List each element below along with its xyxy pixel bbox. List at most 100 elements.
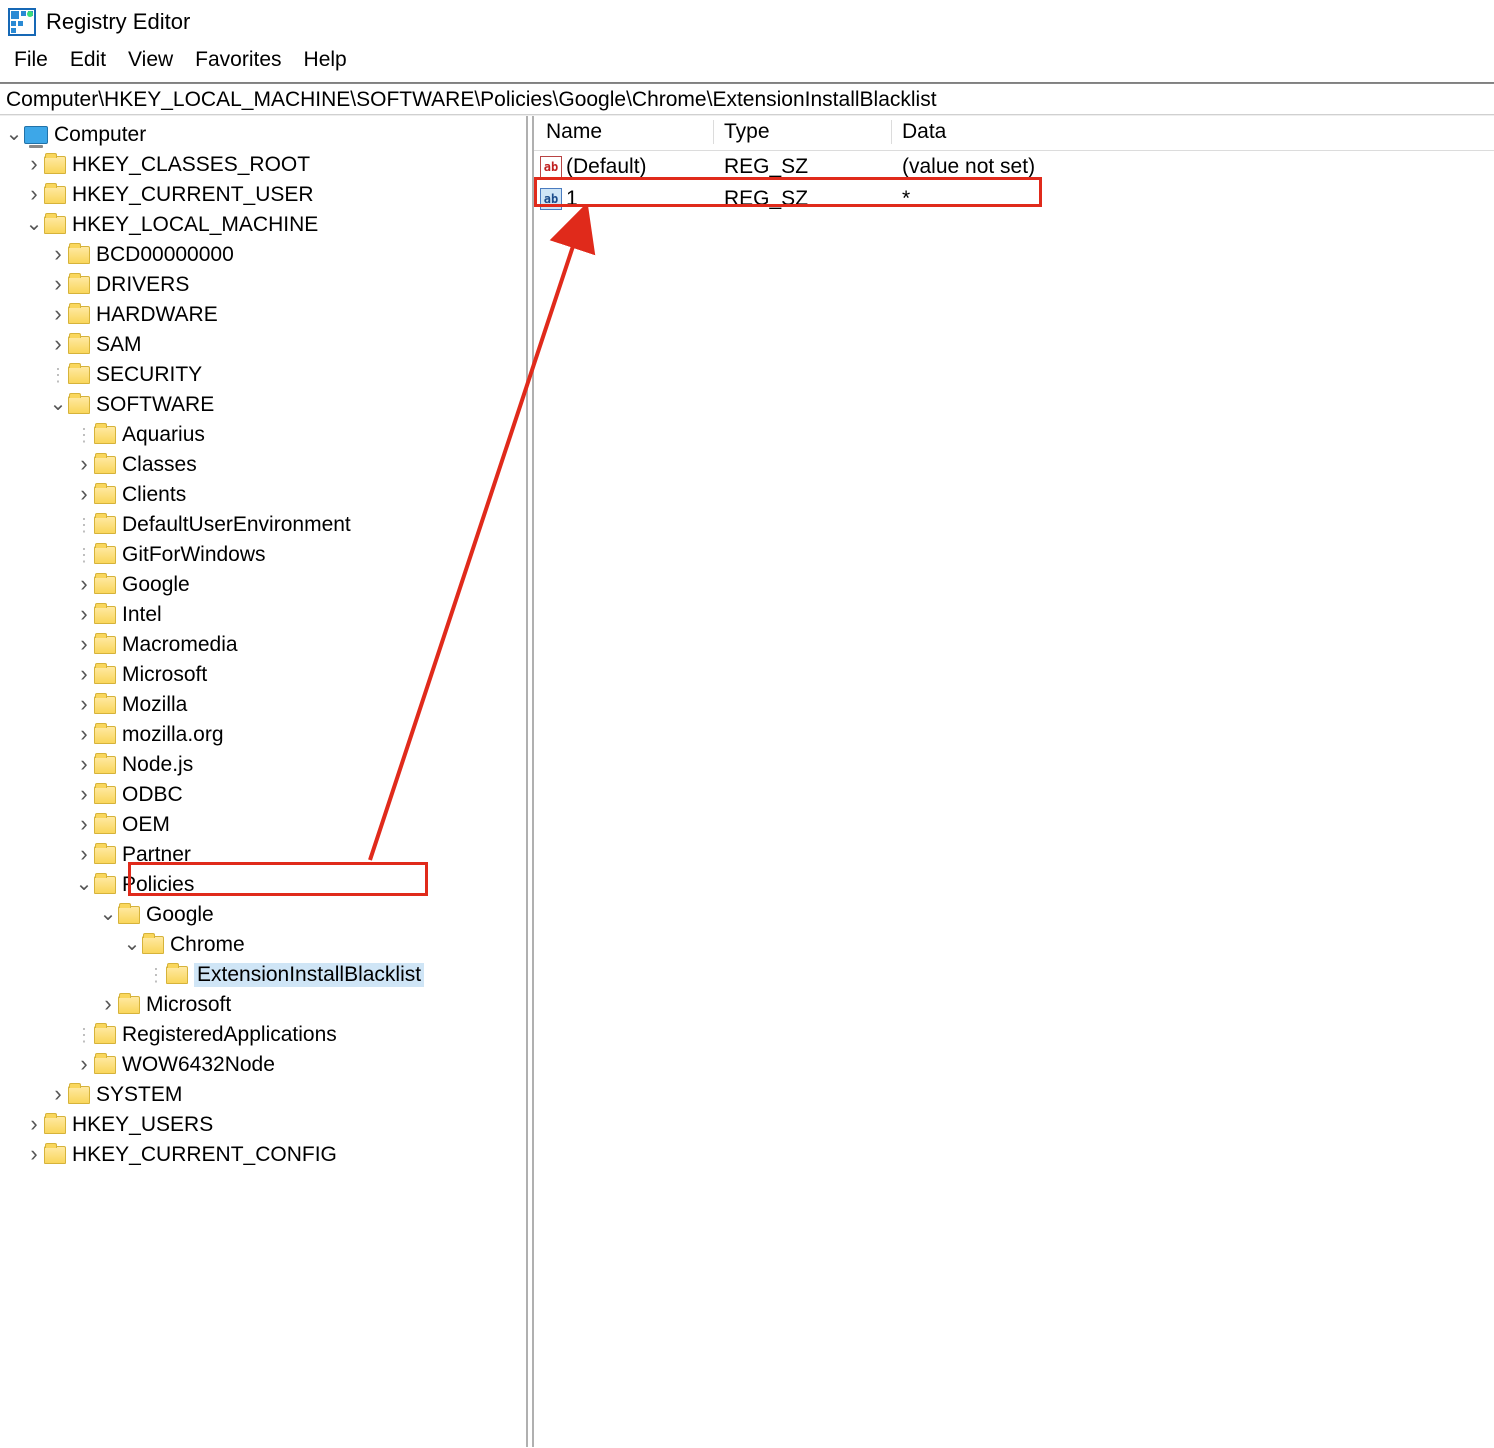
expand-icon[interactable] [74, 812, 94, 838]
expand-icon[interactable] [74, 692, 94, 718]
tree-item[interactable]: WOW6432Node [0, 1050, 526, 1080]
tree-item[interactable]: Microsoft [0, 660, 526, 690]
tree-item[interactable]: SYSTEM [0, 1080, 526, 1110]
menu-help[interactable]: Help [304, 48, 347, 72]
expand-icon[interactable] [74, 662, 94, 688]
folder-icon [68, 396, 90, 414]
expand-icon[interactable] [24, 1142, 44, 1168]
tree-item[interactable]: RegisteredApplications [0, 1020, 526, 1050]
tree-line [48, 365, 68, 386]
tree-item[interactable]: DefaultUserEnvironment [0, 510, 526, 540]
folder-icon [44, 156, 66, 174]
tree-item[interactable]: mozilla.org [0, 720, 526, 750]
tree-item[interactable]: Clients [0, 480, 526, 510]
col-header-data[interactable]: Data [892, 120, 1494, 144]
tree-item[interactable]: GitForWindows [0, 540, 526, 570]
expand-icon[interactable] [48, 332, 68, 358]
expand-icon[interactable] [74, 842, 94, 868]
expand-icon[interactable] [24, 152, 44, 178]
folder-icon [68, 306, 90, 324]
tree-software[interactable]: SOFTWARE [0, 390, 526, 420]
expand-icon[interactable] [48, 272, 68, 298]
expand-icon[interactable] [48, 302, 68, 328]
expand-icon[interactable] [4, 123, 24, 148]
value-data: * [892, 187, 1494, 211]
tree-item-label: RegisteredApplications [122, 1023, 337, 1047]
tree-item-label: HKEY_CURRENT_USER [72, 183, 314, 207]
tree-item[interactable]: Node.js [0, 750, 526, 780]
tree-item[interactable]: Mozilla [0, 690, 526, 720]
expand-icon[interactable] [74, 602, 94, 628]
tree-item-label: Partner [122, 843, 191, 867]
expand-icon[interactable] [24, 1112, 44, 1138]
value-row-1[interactable]: ab 1 REG_SZ * [534, 183, 1494, 215]
address-bar[interactable]: Computer\HKEY_LOCAL_MACHINE\SOFTWARE\Pol… [0, 83, 1494, 115]
expand-icon[interactable] [24, 213, 44, 238]
expand-icon[interactable] [48, 393, 68, 418]
folder-icon [94, 726, 116, 744]
tree-policies-google[interactable]: Google [0, 900, 526, 930]
tree-item[interactable]: Aquarius [0, 420, 526, 450]
tree-item[interactable]: HARDWARE [0, 300, 526, 330]
tree-extension-install-blacklist[interactable]: ExtensionInstallBlacklist [0, 960, 526, 990]
expand-icon[interactable] [122, 933, 142, 958]
tree-hkcr[interactable]: HKEY_CLASSES_ROOT [0, 150, 526, 180]
folder-icon [94, 546, 116, 564]
tree-hklm[interactable]: HKEY_LOCAL_MACHINE [0, 210, 526, 240]
folder-icon [94, 636, 116, 654]
expand-icon[interactable] [48, 1082, 68, 1108]
tree-item[interactable]: Macromedia [0, 630, 526, 660]
col-header-type[interactable]: Type [714, 120, 892, 144]
expand-icon[interactable] [74, 782, 94, 808]
tree-pane[interactable]: Computer HKEY_CLASSES_ROOT HKEY_CURRENT_… [0, 116, 526, 1447]
tree-item[interactable]: DRIVERS [0, 270, 526, 300]
tree-hkcu[interactable]: HKEY_CURRENT_USER [0, 180, 526, 210]
folder-icon [142, 936, 164, 954]
computer-icon [24, 126, 48, 144]
expand-icon[interactable] [74, 752, 94, 778]
menu-file[interactable]: File [14, 48, 48, 72]
tree-item[interactable]: Google [0, 570, 526, 600]
tree-policies-microsoft[interactable]: Microsoft [0, 990, 526, 1020]
tree-item[interactable]: SAM [0, 330, 526, 360]
tree-item[interactable]: Partner [0, 840, 526, 870]
content-panes: Computer HKEY_CLASSES_ROOT HKEY_CURRENT_… [0, 115, 1494, 1447]
pane-splitter[interactable] [526, 116, 534, 1447]
values-header: Name Type Data [534, 116, 1494, 151]
tree-item[interactable]: BCD00000000 [0, 240, 526, 270]
tree-hkcc[interactable]: HKEY_CURRENT_CONFIG [0, 1140, 526, 1170]
tree-item-label: HKEY_USERS [72, 1113, 213, 1137]
expand-icon[interactable] [74, 572, 94, 598]
tree-root-computer[interactable]: Computer [0, 120, 526, 150]
values-pane[interactable]: Name Type Data ab (Default) REG_SZ (valu… [534, 116, 1494, 1447]
expand-icon[interactable] [74, 632, 94, 658]
string-value-icon: ab [540, 188, 562, 210]
menu-favorites[interactable]: Favorites [195, 48, 281, 72]
menu-edit[interactable]: Edit [70, 48, 106, 72]
value-row-default[interactable]: ab (Default) REG_SZ (value not set) [534, 151, 1494, 183]
tree-item[interactable]: SECURITY [0, 360, 526, 390]
tree-chrome[interactable]: Chrome [0, 930, 526, 960]
tree-hku[interactable]: HKEY_USERS [0, 1110, 526, 1140]
tree-item-label: DefaultUserEnvironment [122, 513, 351, 537]
expand-icon[interactable] [24, 182, 44, 208]
tree-item-label: Intel [122, 603, 162, 627]
expand-icon[interactable] [74, 873, 94, 898]
tree-item-label: DRIVERS [96, 273, 189, 297]
tree-item[interactable]: Intel [0, 600, 526, 630]
expand-icon[interactable] [98, 903, 118, 928]
tree-item[interactable]: ODBC [0, 780, 526, 810]
expand-icon[interactable] [48, 242, 68, 268]
tree-item[interactable]: OEM [0, 810, 526, 840]
col-header-name[interactable]: Name [534, 120, 714, 144]
folder-icon [44, 216, 66, 234]
menu-view[interactable]: View [128, 48, 173, 72]
tree-policies[interactable]: Policies [0, 870, 526, 900]
expand-icon[interactable] [74, 722, 94, 748]
expand-icon[interactable] [98, 992, 118, 1018]
expand-icon[interactable] [74, 1052, 94, 1078]
expand-icon[interactable] [74, 482, 94, 508]
tree-item[interactable]: Classes [0, 450, 526, 480]
expand-icon[interactable] [74, 452, 94, 478]
tree-line [74, 1025, 94, 1046]
